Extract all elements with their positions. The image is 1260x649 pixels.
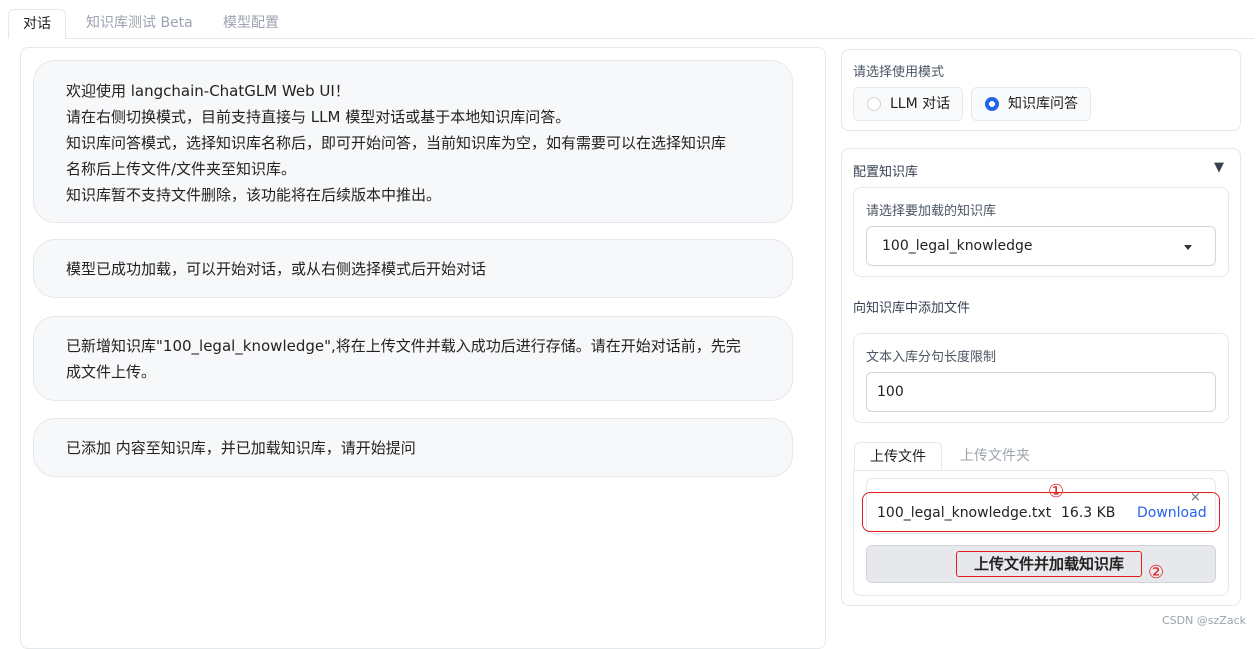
tab-model-config[interactable]: 模型配置 [209,9,293,37]
chat-message: 模型已成功加载，可以开始对话，或从右侧选择模式后开始对话 [33,239,793,298]
radio-llm-chat-label: LLM 对话 [890,96,951,112]
message-line: 名称后上传文件/文件夹至知识库。 [66,160,297,178]
sentence-length-input[interactable]: 100 [866,372,1216,412]
tab-chat[interactable]: 对话 [8,9,66,39]
radio-kb-qa[interactable]: 知识库问答 [971,87,1091,121]
upload-button-label[interactable]: 上传文件并加载知识库 [956,551,1142,577]
message-line: 知识库问答模式，选择知识库名称后，即可开始问答，当前知识库为空，如有需要可以在选… [66,134,727,152]
file-name: 100_legal_knowledge.txt [877,505,1052,521]
message-line: 知识库暂不支持文件删除，该功能将在后续版本中推出。 [66,186,442,204]
sentence-length-label: 文本入库分句长度限制 [866,350,997,365]
kb-select-label: 请选择要加载的知识库 [866,204,997,219]
message-line: 请在右侧切换模式，目前支持直接与 LLM 模型对话或基于本地知识库问答。 [66,108,571,126]
top-tab-bar: 对话 知识库测试 Beta 模型配置 [8,9,1254,39]
message-line: 模型已成功加载，可以开始对话，或从右侧选择模式后开始对话 [66,260,487,278]
message-line: 已添加 内容至知识库，并已加载知识库，请开始提问 [66,439,416,457]
file-size: 16.3 KB [1061,505,1116,521]
kb-select-value: 100_legal_knowledge [882,238,1033,254]
message-line: 成文件上传。 [66,363,157,381]
radio-kb-qa-label: 知识库问答 [1008,96,1078,112]
annotation-marker-1: ① [1048,481,1065,502]
chat-message: 已添加 内容至知识库，并已加载知识库，请开始提问 [33,418,793,477]
radio-checked-icon[interactable] [985,97,999,111]
chat-message: 欢迎使用 langchain-ChatGLM Web UI！ 请在右侧切换模式，… [33,60,793,223]
kb-config-title: 配置知识库 [853,165,919,180]
add-files-title: 向知识库中添加文件 [853,301,971,316]
message-line: 欢迎使用 langchain-ChatGLM Web UI！ [66,82,350,100]
kb-select-dropdown[interactable]: 100_legal_knowledge [866,226,1216,266]
message-line: 已新增知识库"100_legal_knowledge",将在上传文件并载入成功后… [66,337,741,355]
chevron-down-icon [1184,245,1192,250]
chat-message: 已新增知识库"100_legal_knowledge",将在上传文件并载入成功后… [33,316,793,401]
tab-upload-file[interactable]: 上传文件 [854,442,942,472]
radio-circle-icon[interactable] [867,97,881,111]
tab-upload-folder[interactable]: 上传文件夹 [945,442,1045,470]
chat-panel: 欢迎使用 langchain-ChatGLM Web UI！ 请在右侧切换模式，… [20,47,826,649]
annotation-marker-2: ② [1148,562,1165,583]
download-link[interactable]: Download [1137,503,1207,523]
collapse-toggle-icon[interactable]: ▼ [1214,160,1224,175]
radio-llm-chat[interactable]: LLM 对话 [853,87,963,121]
mode-label: 请选择使用模式 [853,65,945,80]
tab-knowledge-test[interactable]: 知识库测试 Beta [72,9,207,37]
watermark: CSDN @szZack [1161,614,1246,627]
